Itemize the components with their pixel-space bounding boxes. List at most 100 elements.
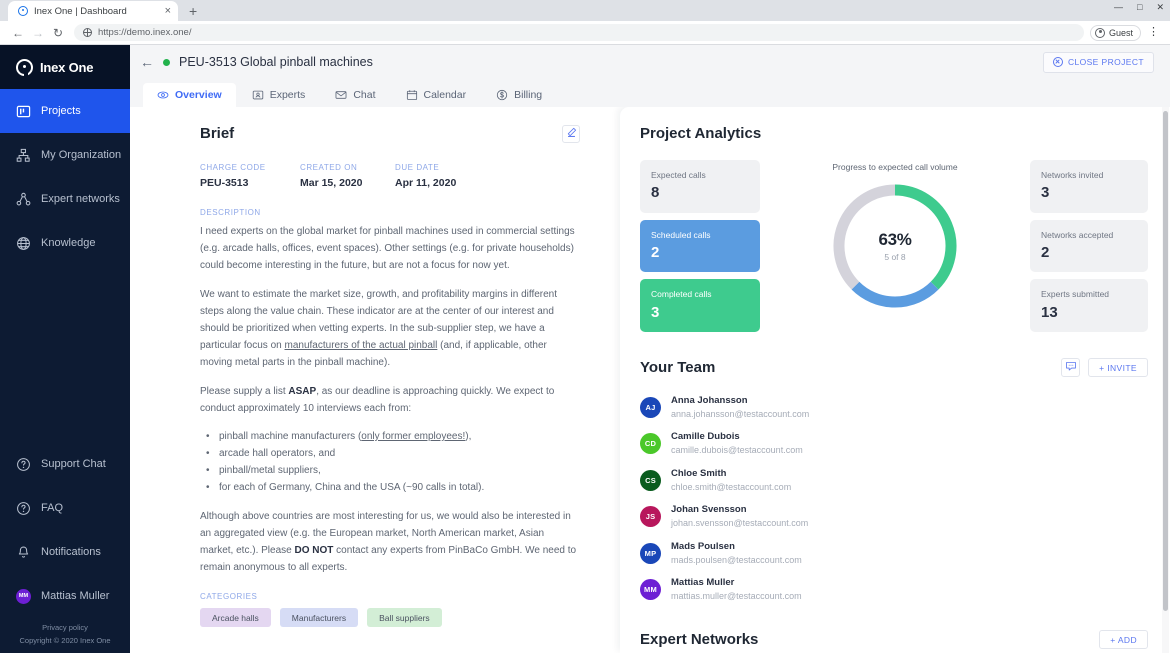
browser-chrome: Inex One | Dashboard × + — □ ✕ ← → ↻ htt… xyxy=(0,0,1170,45)
paragraph-text: Please supply a list xyxy=(200,386,288,397)
inex-one-logo-icon xyxy=(16,59,33,76)
sidebar-item-projects[interactable]: Projects xyxy=(0,89,130,133)
sidebar-item-faq[interactable]: FAQ xyxy=(0,486,130,530)
sidebar-footer: Privacy policy Copyright © 2020 Inex One xyxy=(0,622,130,653)
sidebar-item-my-organization[interactable]: My Organization xyxy=(0,133,130,177)
window-controls: — □ ✕ xyxy=(1114,3,1164,12)
back-arrow-icon[interactable]: ← xyxy=(140,55,154,69)
team-member-row[interactable]: MP Mads Poulsen mads.poulsen@testaccount… xyxy=(640,535,1148,572)
guest-label: Guest xyxy=(1109,28,1133,38)
team-header: Your Team + INVITE xyxy=(640,358,1148,377)
stat-label: Completed calls xyxy=(651,289,749,299)
donut-percentage: 63% xyxy=(878,230,911,250)
close-project-button[interactable]: CLOSE PROJECT xyxy=(1043,52,1154,73)
team-member-email: camille.dubois@testaccount.com xyxy=(671,444,803,456)
privacy-policy-link[interactable]: Privacy policy xyxy=(0,622,130,634)
minimize-button[interactable]: — xyxy=(1114,3,1123,12)
sidebar-item-label: Support Chat xyxy=(41,458,106,470)
sidebar-item-expert-networks[interactable]: Expert networks xyxy=(0,177,130,221)
support-chat-icon xyxy=(16,457,31,472)
analytics-grid: Expected calls 8 Scheduled calls 2 Compl… xyxy=(640,160,1148,332)
edit-brief-button[interactable] xyxy=(562,125,580,143)
browser-menu-icon[interactable]: ⋮ xyxy=(1145,27,1162,38)
brief-header: Brief xyxy=(200,125,580,143)
meta-charge-code: CHARGE CODE PEU-3513 xyxy=(200,163,300,189)
team-chat-button[interactable] xyxy=(1061,358,1080,377)
list-item: pinball machine manufacturers (only form… xyxy=(200,428,580,445)
back-button[interactable]: ← xyxy=(8,23,28,43)
brief-title: Brief xyxy=(200,125,562,142)
stat-value: 3 xyxy=(651,305,749,322)
sidebar-item-support-chat[interactable]: Support Chat xyxy=(0,442,130,486)
add-expert-network-button[interactable]: + ADD xyxy=(1099,630,1148,649)
team-member-info: Chloe Smith chloe.smith@testaccount.com xyxy=(671,468,791,493)
browser-tab-title: Inex One | Dashboard xyxy=(34,6,159,17)
sidebar-item-label: FAQ xyxy=(41,502,63,514)
meta-value: PEU-3513 xyxy=(200,177,300,189)
sidebar: Inex One Projects My Organization Expert… xyxy=(0,45,130,653)
analytics-title: Project Analytics xyxy=(640,125,1148,142)
tab-calendar[interactable]: Calendar xyxy=(392,83,481,107)
brief-panel: Brief CHARGE CODE PEU-3513 CREATED ON xyxy=(130,107,620,653)
team-member-row[interactable]: CD Camille Dubois camille.dubois@testacc… xyxy=(640,426,1148,463)
sidebar-item-notifications[interactable]: Notifications xyxy=(0,530,130,574)
category-chip[interactable]: Manufacturers xyxy=(280,608,358,627)
browser-tab[interactable]: Inex One | Dashboard × xyxy=(8,1,178,21)
team-member-row[interactable]: MM Mattias Muller mattias.muller@testacc… xyxy=(640,572,1148,609)
sidebar-item-user-profile[interactable]: MM Mattias Muller xyxy=(0,574,130,618)
team-member-email: anna.johansson@testaccount.com xyxy=(671,408,809,420)
team-member-email: mads.poulsen@testaccount.com xyxy=(671,554,802,566)
avatar: AJ xyxy=(640,397,661,418)
tab-overview[interactable]: Overview xyxy=(143,83,236,107)
tab-chat[interactable]: Chat xyxy=(321,83,389,107)
meta-due-date: DUE DATE Apr 11, 2020 xyxy=(395,163,456,189)
team-member-row[interactable]: AJ Anna Johansson anna.johansson@testacc… xyxy=(640,389,1148,426)
stat-value: 2 xyxy=(1041,245,1137,262)
team-member-row[interactable]: JS Johan Svensson johan.svensson@testacc… xyxy=(640,499,1148,536)
meta-value: Apr 11, 2020 xyxy=(395,177,456,189)
tab-label: Overview xyxy=(175,89,222,101)
chart-title: Progress to expected call volume xyxy=(832,162,957,172)
address-bar[interactable]: https://demo.inex.one/ xyxy=(74,24,1084,41)
stat-card-networks-accepted: Networks accepted 2 xyxy=(1030,220,1148,273)
team-member-row[interactable]: CS Chloe Smith chloe.smith@testaccount.c… xyxy=(640,462,1148,499)
sidebar-item-knowledge[interactable]: Knowledge xyxy=(0,221,130,265)
category-chip[interactable]: Arcade halls xyxy=(200,608,271,627)
team-member-info: Camille Dubois camille.dubois@testaccoun… xyxy=(671,431,803,456)
close-circle-icon xyxy=(1053,57,1063,67)
favicon-icon xyxy=(18,6,28,16)
dollar-icon xyxy=(496,89,508,101)
window-close-button[interactable]: ✕ xyxy=(1156,3,1164,12)
forward-button[interactable]: → xyxy=(28,23,48,43)
scrollbar-track[interactable] xyxy=(1162,107,1169,653)
tab-billing[interactable]: Billing xyxy=(482,83,556,107)
project-header: ← PEU-3513 Global pinball machines CLOSE… xyxy=(130,45,1170,79)
tab-label: Chat xyxy=(353,89,375,101)
tab-experts[interactable]: Experts xyxy=(238,83,320,107)
guest-profile-button[interactable]: Guest xyxy=(1090,25,1141,41)
page-content: Brief CHARGE CODE PEU-3513 CREATED ON xyxy=(130,107,1170,653)
brand-logo[interactable]: Inex One xyxy=(0,45,130,89)
stat-label: Networks accepted xyxy=(1041,230,1137,240)
app-shell: Inex One Projects My Organization Expert… xyxy=(0,45,1170,653)
team-member-name: Chloe Smith xyxy=(671,468,791,481)
team-member-name: Camille Dubois xyxy=(671,431,803,444)
sidebar-item-label: Notifications xyxy=(41,546,101,558)
close-project-label: CLOSE PROJECT xyxy=(1068,57,1144,67)
invite-button[interactable]: + INVITE xyxy=(1088,358,1148,377)
description-paragraph: I need experts on the global market for … xyxy=(200,223,580,275)
reload-button[interactable]: ↻ xyxy=(48,23,68,43)
maximize-button[interactable]: □ xyxy=(1137,3,1142,12)
stat-label: Expected calls xyxy=(651,170,749,180)
scrollbar-thumb[interactable] xyxy=(1163,111,1169,611)
brief-meta-row: CHARGE CODE PEU-3513 CREATED ON Mar 15, … xyxy=(200,163,580,189)
description-paragraph: Although above countries are most intere… xyxy=(200,508,580,577)
globe-icon xyxy=(83,28,92,37)
avatar: CS xyxy=(640,470,661,491)
category-chip[interactable]: Ball suppliers xyxy=(367,608,442,627)
team-member-name: Mads Poulsen xyxy=(671,541,802,554)
close-icon[interactable]: × xyxy=(165,6,171,17)
new-tab-button[interactable]: + xyxy=(189,3,197,19)
team-member-name: Johan Svensson xyxy=(671,504,808,517)
avatar-icon xyxy=(1095,28,1105,38)
